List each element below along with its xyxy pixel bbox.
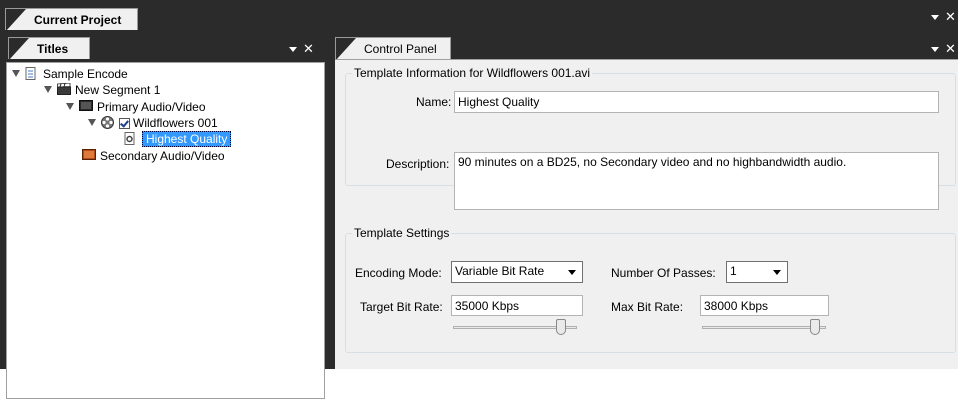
encoding-mode-label: Encoding Mode: [355, 266, 442, 280]
titles-tree: Sample Encode New Segment 1 Primary Audi… [6, 62, 325, 399]
close-icon[interactable]: ✕ [945, 41, 956, 56]
tab-current-project-label: Current Project [34, 13, 122, 27]
expand-arrow-icon[interactable] [66, 103, 74, 110]
chevron-down-icon [568, 270, 576, 275]
tree-item-highest-quality-label: Highest Quality [142, 131, 232, 147]
tab-control-panel-label: Control Panel [364, 42, 437, 56]
max-bit-rate-slider[interactable] [702, 318, 826, 338]
description-label: Description: [386, 157, 450, 171]
max-slider-thumb[interactable] [810, 319, 820, 335]
close-icon[interactable]: ✕ [303, 41, 314, 56]
titles-panel-header: Titles ✕ [0, 30, 327, 62]
target-bit-rate-label: Target Bit Rate: [360, 300, 443, 314]
encoding-mode-value: Variable Bit Rate [455, 264, 545, 278]
film-reel-icon [101, 116, 115, 129]
tree-item-wildflowers[interactable]: Wildflowers 001 [88, 115, 218, 131]
current-project-window-controls: ✕ [931, 10, 956, 24]
target-bit-rate-slider[interactable] [453, 318, 577, 338]
wildflowers-checkbox[interactable] [119, 118, 130, 129]
control-panel-window-controls: ✕ [931, 42, 956, 56]
tree-item-highest-quality[interactable]: Highest Quality [124, 131, 232, 147]
expand-arrow-icon[interactable] [12, 70, 20, 77]
template-settings-group: Template Settings [345, 226, 956, 353]
passes-value: 1 [730, 264, 737, 278]
video-monitor-icon [79, 100, 93, 113]
max-slider-track [702, 326, 826, 329]
dropdown-arrow-icon[interactable] [289, 47, 297, 53]
titles-panel: Titles ✕ Sample Encode New Segment 1 Pri… [0, 30, 327, 399]
tab-titles-label: Titles [37, 42, 69, 56]
target-slider-thumb[interactable] [556, 319, 566, 335]
close-icon[interactable]: ✕ [945, 9, 956, 24]
chevron-down-icon [773, 270, 781, 275]
max-bit-rate-field[interactable] [700, 295, 829, 316]
tree-item-root[interactable]: Sample Encode [12, 66, 128, 82]
dropdown-arrow-icon[interactable] [931, 47, 939, 53]
tab-current-project[interactable]: Current Project [5, 8, 138, 31]
control-panel: Control Panel ✕ Template Information for… [331, 30, 958, 369]
control-panel-content: Template Information for Wildflowers 001… [335, 59, 958, 369]
tab-control-panel[interactable]: Control Panel [335, 37, 451, 60]
max-bit-rate-label: Max Bit Rate: [611, 300, 684, 314]
tree-item-segment-label: New Segment 1 [75, 83, 161, 97]
document-icon [25, 67, 39, 80]
tree-item-segment[interactable]: New Segment 1 [44, 82, 160, 98]
expand-arrow-icon[interactable] [44, 86, 52, 93]
current-project-bar: Current Project ✕ [0, 0, 958, 31]
name-label: Name: [416, 95, 452, 109]
description-field[interactable]: 90 minutes on a BD25, no Secondary video… [454, 152, 939, 210]
tree-item-secondary-label: Secondary Audio/Video [100, 149, 225, 163]
tab-titles[interactable]: Titles [8, 37, 90, 60]
passes-label: Number Of Passes: [611, 266, 716, 280]
tree-item-wildflowers-label: Wildflowers 001 [133, 116, 218, 130]
titles-window-controls: ✕ [289, 42, 314, 56]
template-settings-legend: Template Settings [354, 226, 450, 240]
target-bit-rate-field[interactable] [451, 295, 583, 316]
tree-item-root-label: Sample Encode [43, 67, 128, 81]
tree-item-primary[interactable]: Primary Audio/Video [66, 99, 206, 115]
clapperboard-icon [57, 83, 71, 96]
settings-template-icon [124, 132, 138, 145]
tree-item-secondary[interactable]: Secondary Audio/Video [82, 148, 225, 164]
passes-select[interactable]: 1 [726, 261, 788, 283]
expand-arrow-icon[interactable] [88, 119, 96, 126]
tree-item-primary-label: Primary Audio/Video [97, 100, 206, 114]
template-info-legend: Template Information for Wildflowers 001… [354, 66, 591, 80]
name-field[interactable] [454, 91, 939, 113]
encoding-mode-select[interactable]: Variable Bit Rate [451, 261, 583, 283]
dropdown-arrow-icon[interactable] [931, 15, 939, 21]
video-monitor-icon [82, 149, 96, 162]
